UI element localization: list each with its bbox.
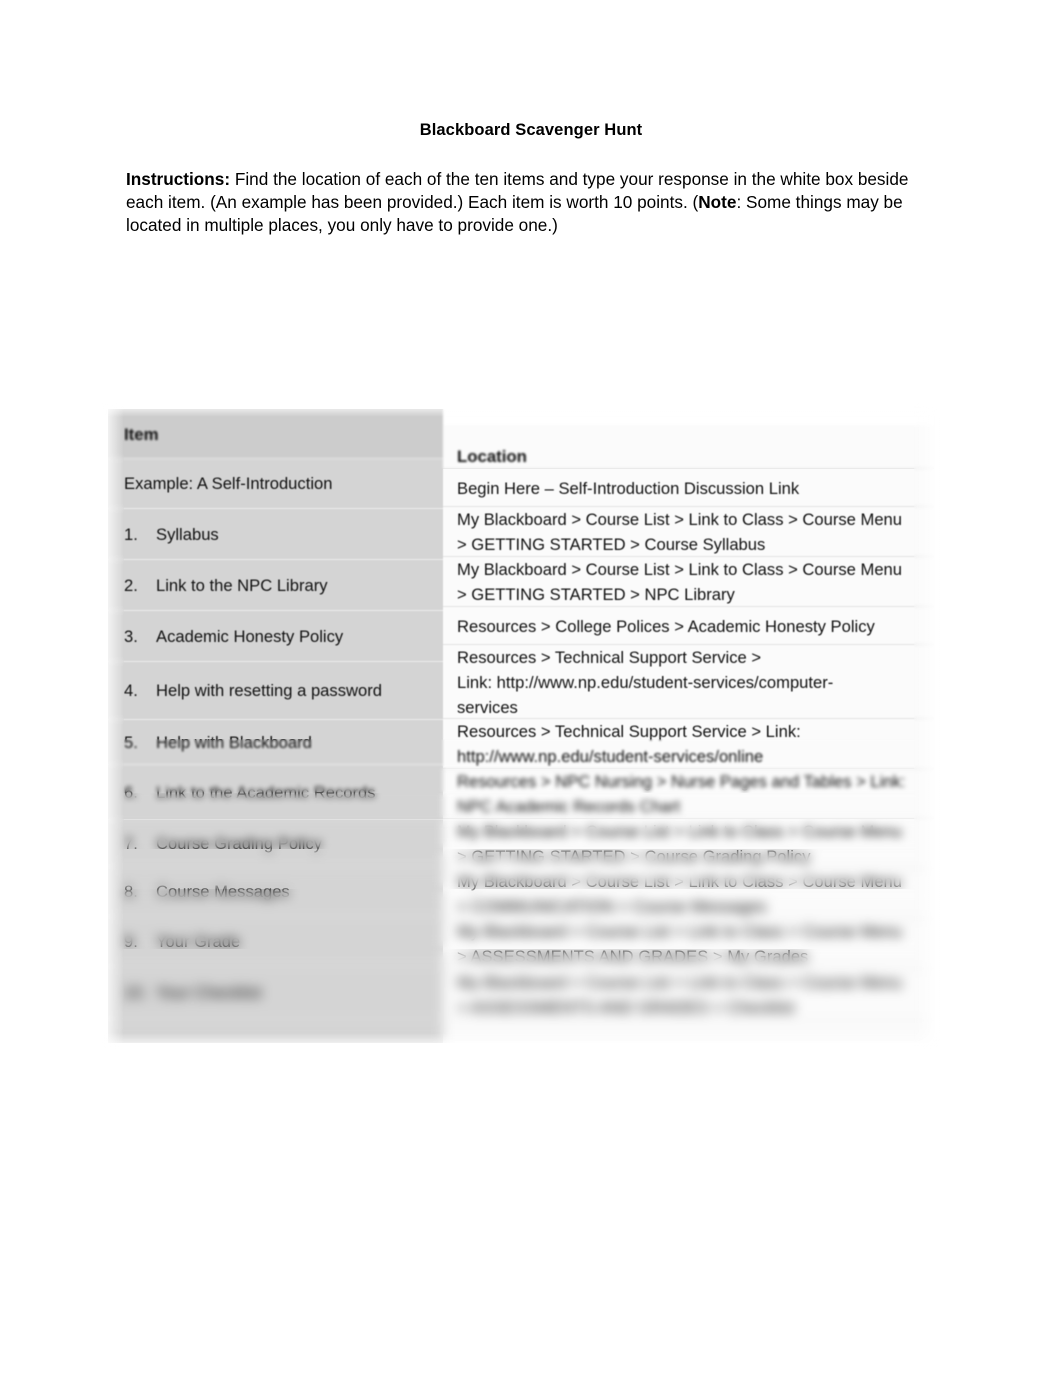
location-line: My Blackboard > Course List > Link to Cl… [457, 973, 903, 992]
location-line: services [457, 697, 518, 717]
location-line: > GETTING STARTED > Course Syllabus [457, 535, 766, 554]
table-row-location[interactable]: My Blackboard > Course List > Link to Cl… [443, 869, 934, 919]
location-line: My Blackboard > Course List > Link to Cl… [457, 872, 903, 891]
location-line: Resources > College Polices > Academic H… [457, 616, 875, 636]
location-line: http://www.np.edu/student-services/onlin… [457, 747, 764, 766]
table-row-location[interactable]: Resources > Technical Support Service > L… [443, 645, 934, 719]
location-line: Link: http://www.np.edu/student-services… [457, 672, 834, 692]
location-line: > ASSESSMENTS AND GRADES > Checklist [457, 998, 795, 1017]
table-row-location[interactable]: Resources > Technical Support Service > … [443, 719, 934, 769]
location-line: My Blackboard > Course List > Link to Cl… [457, 510, 903, 529]
location-line: My Blackboard > Course List > Link to Cl… [457, 822, 903, 841]
table-row-location[interactable]: My Blackboard > Course List > Link to Cl… [443, 507, 934, 557]
location-line: > GETTING STARTED > Course Grading Polic… [457, 847, 811, 866]
location-line: > ASSESSMENTS AND GRADES > My Grades [457, 947, 809, 966]
location-line: My Blackboard > Course List > Link to Cl… [457, 922, 903, 941]
table-row-location[interactable]: My Blackboard > Course List > Link to Cl… [443, 819, 934, 869]
document-page: Blackboard Scavenger Hunt Instructions: … [0, 0, 1062, 1377]
location-line: Resources > Technical Support Service > [457, 647, 762, 667]
location-line: Begin Here – Self-Introduction Discussio… [457, 478, 800, 498]
column-header-location: Location [443, 425, 934, 469]
table-row-location[interactable]: Resources > College Polices > Academic H… [443, 607, 934, 645]
note-label: Note [698, 192, 737, 212]
table-row-location[interactable]: Resources > NPC Nursing > Nurse Pages an… [443, 769, 934, 819]
location-line: NPC Academic Records Chart [457, 797, 681, 816]
location-cells: Location Begin Here – Self-Introduction D… [108, 409, 934, 1043]
table-row-location[interactable]: Begin Here – Self-Introduction Discussio… [443, 469, 934, 507]
table-row-location[interactable]: My Blackboard > Course List > Link to Cl… [443, 919, 934, 969]
scavenger-hunt-table: Item Example: A Self-Introduction 1. Syllab… [102, 403, 940, 1049]
instructions-paragraph: Instructions: Find the location of each … [126, 168, 932, 237]
location-line: > GETTING STARTED > NPC Library [457, 585, 735, 604]
table-row-location[interactable]: My Blackboard > Course List > Link to Cl… [443, 557, 934, 607]
instructions-label: Instructions: [126, 169, 231, 189]
location-line: My Blackboard > Course List > Link to Cl… [457, 560, 903, 579]
column-header-location-label: Location [457, 447, 527, 466]
location-line: > COMMUNICATION > Course Messages [457, 897, 767, 916]
location-line: Resources > Technical Support Service > … [457, 722, 801, 741]
row-divider [443, 1020, 934, 1021]
table-row-location[interactable]: My Blackboard > Course List > Link to Cl… [443, 969, 934, 1021]
location-line: Resources > NPC Nursing > Nurse Pages an… [457, 772, 906, 791]
page-title: Blackboard Scavenger Hunt [419, 121, 643, 139]
